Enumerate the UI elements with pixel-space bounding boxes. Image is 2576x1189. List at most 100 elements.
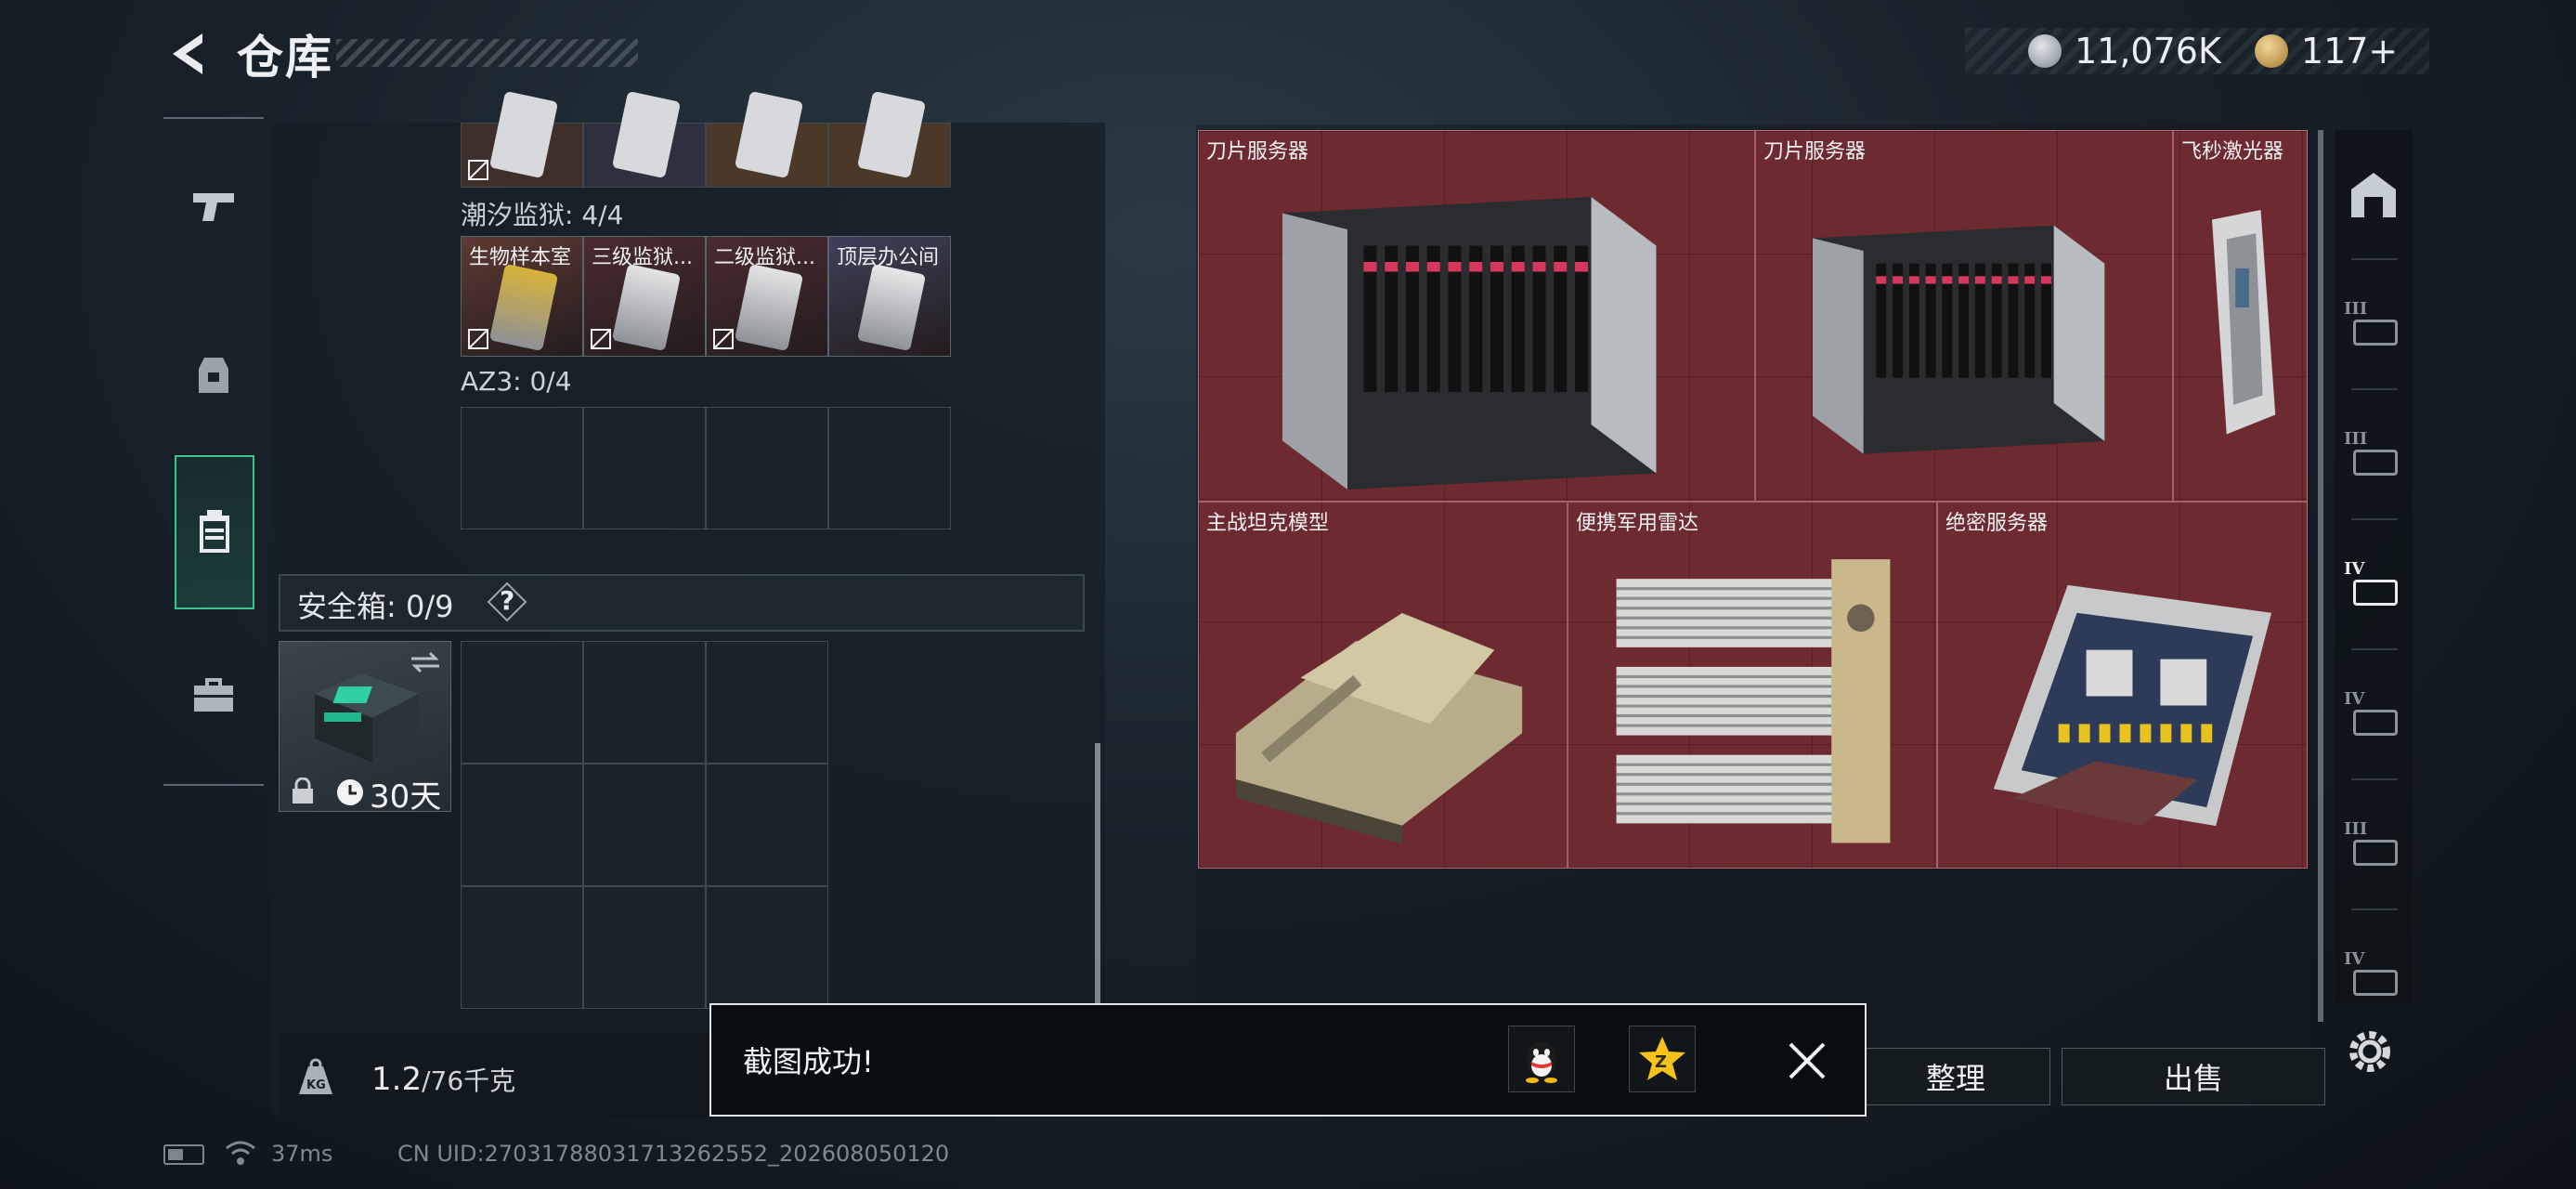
close-icon [1789,1042,1826,1079]
keycard-image [611,263,682,352]
safebox-label: 安全箱: 0/9 [297,589,454,624]
battery-icon [163,1144,204,1165]
filter-all[interactable] [2335,139,2413,251]
safebox-slot[interactable] [706,641,828,764]
empty-slot[interactable] [461,407,583,529]
sort-button[interactable]: 整理 [1861,1048,2050,1105]
filter-tier[interactable]: III [2335,399,2413,511]
share-qq-button[interactable] [1508,1026,1575,1092]
nav-weapons[interactable] [171,150,256,262]
safebox-slot[interactable] [706,764,828,886]
keycard-image [856,263,927,352]
unmark-icon [591,329,611,349]
stash-item-name: 飞秒激光器 [2181,140,2284,163]
filter-tier[interactable]: IV [2335,660,2413,771]
safebox-slot[interactable] [583,641,706,764]
tier-equipment-icon: III [2344,299,2403,351]
nav-separator [2351,648,2398,650]
silver-amount: 11,076K [2075,31,2221,72]
safebox-slot[interactable] [583,764,706,886]
stash-item[interactable]: 绝密服务器 [1937,502,2308,869]
nav-separator [2351,388,2398,390]
back-button[interactable] [160,26,215,82]
lock-icon [293,777,313,804]
share-qzone-button[interactable]: Z [1629,1026,1696,1092]
nav-items[interactable] [171,639,256,751]
weight-capacity: /76千克 [422,1065,516,1096]
stash-item-name: 主战坦克模型 [1206,512,1330,535]
warehouse-icon [2351,173,2396,217]
svg-text:Z: Z [1655,1052,1667,1072]
board-image [1957,536,2290,856]
stash-item[interactable]: 主战坦克模型 [1198,502,1568,869]
tier-equipment-icon: III [2344,819,2403,871]
safebox-slot[interactable] [706,886,828,1009]
keycard-item[interactable]: 三级监狱... [583,236,706,357]
nav-storage[interactable] [175,455,254,609]
keycard-item[interactable]: 生物样本室 [461,236,583,357]
tier-equipment-icon: III [2344,429,2403,481]
tier-label: IV [2344,949,2365,969]
qq-icon [1526,1041,1557,1083]
tier-label: III [2344,819,2368,839]
toast-close-button[interactable] [1783,1037,1831,1085]
silver-coin-icon [2028,34,2062,68]
nav-gear[interactable] [171,318,256,429]
filter-tier[interactable]: III [2335,790,2413,901]
stash-item[interactable]: 飞秒激光器 [2173,130,2308,502]
uid-readout: CN UID:27031788031713262552_202608050120 [397,1141,950,1167]
help-mark: ? [500,585,515,616]
keycard-image [734,90,804,179]
right-nav-divider [2318,130,2323,1022]
clipboard-icon [200,510,229,553]
unmark-icon [468,329,488,349]
panel-scrollbar[interactable] [1095,743,1100,1003]
pistol-icon [193,193,234,221]
server-image [1217,164,1737,490]
clock-icon [337,779,363,805]
partial-card[interactable] [706,90,828,188]
safebox-slot[interactable] [583,886,706,1009]
tier-label: IV [2344,689,2365,709]
nav-separator [2351,518,2398,520]
keycard-name: 顶层办公间 [837,246,940,269]
sell-button[interactable]: 出售 [2062,1048,2325,1105]
gold-amount[interactable]: 117+ [2301,31,2398,72]
stash-item[interactable]: 便携军用雷达 [1568,502,1937,869]
page-title: 仓库 [237,31,333,85]
empty-slot[interactable] [583,407,706,529]
keycard-item[interactable]: 顶层办公间 [828,236,951,357]
keycard-image [734,263,804,352]
safebox-help-button[interactable]: ? [487,581,527,622]
settings-button[interactable] [2340,1022,2400,1081]
tier-label: III [2344,429,2368,449]
safebox-slot[interactable] [461,764,583,886]
currency-bar: 11,076K 117+ [1965,28,2429,74]
filter-tier[interactable]: III [2335,269,2413,381]
keycard-item[interactable]: 二级监狱... [706,236,828,357]
stash-item[interactable]: 刀片服务器 [1198,130,1755,502]
safebox-slot[interactable] [461,641,583,764]
radar-image [1587,536,1919,856]
partial-card[interactable] [828,90,951,188]
toast-message: 截图成功! [743,1044,874,1079]
filter-tier[interactable]: IV [2335,529,2413,641]
ping-readout: 37ms [271,1141,333,1167]
nav-separator [2351,908,2398,910]
filter-tier[interactable]: IV [2335,920,2413,1031]
keycard-image [611,90,682,179]
stash-item[interactable]: 刀片服务器 [1755,130,2173,502]
partial-card[interactable] [583,90,706,188]
gear-icon [2349,1031,2390,1072]
nav-separator [2351,258,2398,260]
weight-icon: KG [290,1052,342,1104]
back-arrow-icon [173,33,202,74]
empty-slot[interactable] [706,407,828,529]
tier-label: IV [2344,559,2365,579]
partial-card[interactable] [461,90,583,188]
safe-case-duration: 30天 [370,778,442,816]
empty-slot[interactable] [828,407,951,529]
keycard-image [488,263,559,352]
nav-separator [2351,778,2398,780]
safebox-slot[interactable] [461,886,583,1009]
